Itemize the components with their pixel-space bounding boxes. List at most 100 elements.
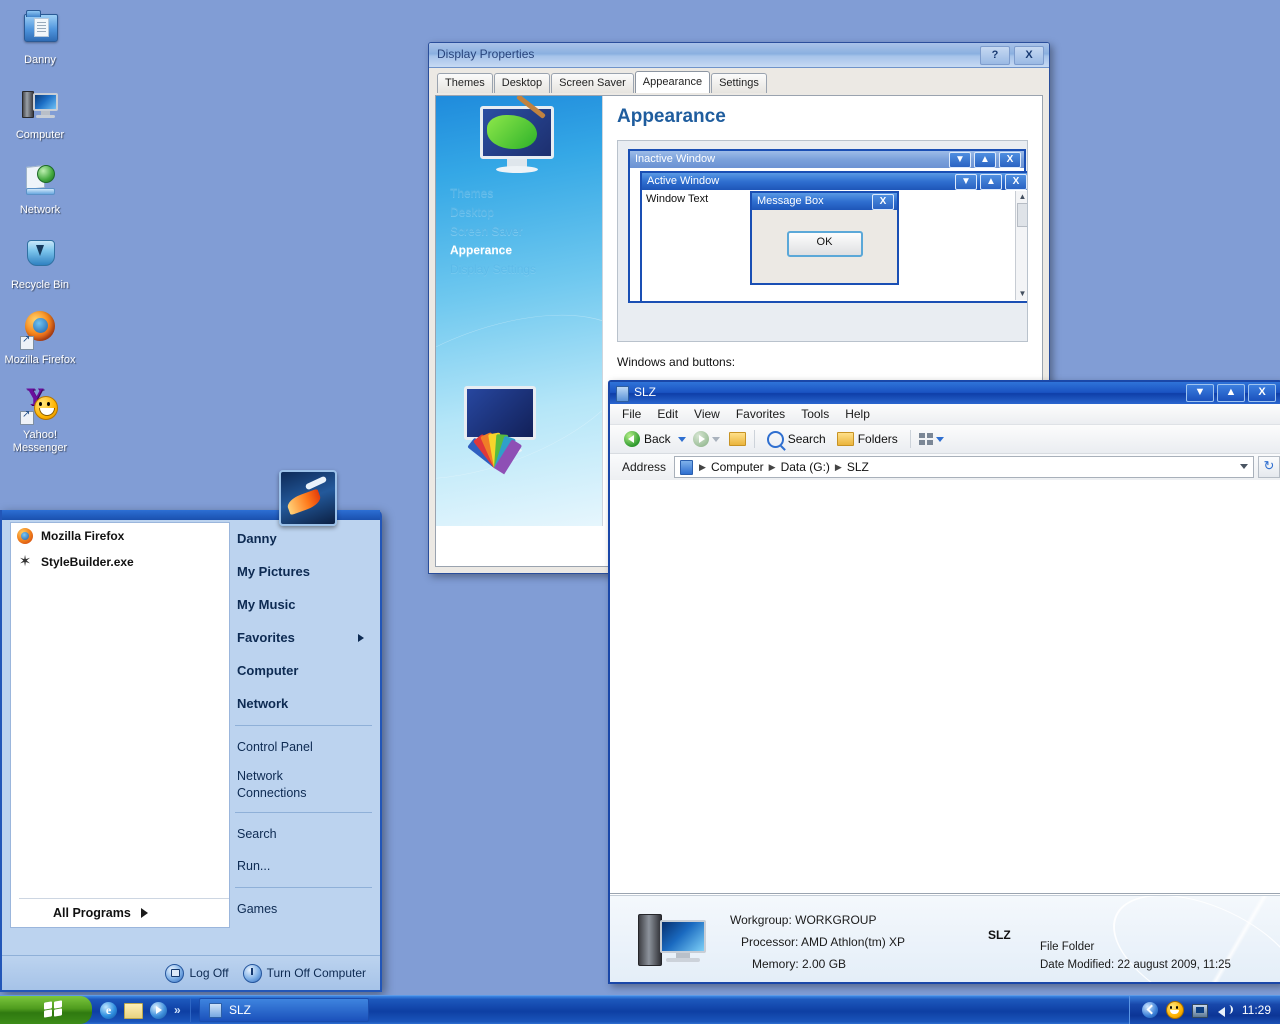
up-folder-icon[interactable] [729, 432, 746, 446]
menu-edit[interactable]: Edit [657, 407, 678, 421]
menu-favorites[interactable]: Favorites [736, 407, 785, 421]
tab-appearance[interactable]: Appearance [635, 71, 710, 93]
explorer-titlebar[interactable]: SLZ ▼ ▲ X [610, 382, 1280, 404]
forward-history-dropdown-icon[interactable] [712, 437, 720, 442]
back-history-dropdown-icon[interactable] [678, 437, 686, 442]
stylebuilder-icon: ✶ [17, 554, 33, 570]
selected-item-details: File Folder Date Modified: 22 august 200… [1040, 938, 1231, 974]
start-menu-item-network[interactable]: Network [235, 687, 376, 720]
breadcrumb-slz[interactable]: SLZ [844, 460, 872, 474]
desktop-icon-danny[interactable]: Danny [0, 8, 80, 67]
maximize-button[interactable]: ▲ [1217, 384, 1245, 402]
desktop-icon-network[interactable]: Network [0, 158, 80, 217]
preview-maximize-icon: ▲ [974, 152, 996, 168]
menu-tools[interactable]: Tools [801, 407, 829, 421]
start-menu-item-my-music[interactable]: My Music [235, 588, 376, 621]
address-label: Address [622, 460, 666, 474]
log-off-button[interactable]: Log Off [165, 964, 228, 983]
desktop-icon-computer[interactable]: Computer [0, 83, 80, 142]
start-menu-item-mozilla-firefox[interactable]: Mozilla Firefox [11, 523, 229, 549]
start-menu-item-my-pictures[interactable]: My Pictures [235, 555, 376, 588]
views-icon[interactable] [919, 433, 933, 445]
breadcrumb-data-g[interactable]: Data (G:) [778, 460, 833, 474]
menu-help[interactable]: Help [845, 407, 870, 421]
minimize-button[interactable]: ▼ [1186, 384, 1214, 402]
start-menu-item-search[interactable]: Search [235, 818, 376, 850]
start-menu-item-run[interactable]: Run... [235, 850, 376, 882]
search-button[interactable]: Search [763, 429, 830, 450]
breadcrumb-computer[interactable]: Computer [708, 460, 767, 474]
desktop-icon-recycle-bin[interactable]: Recycle Bin [0, 233, 80, 292]
start-menu-item-computer[interactable]: Computer [235, 654, 376, 687]
sidebar-nav: Themes Desktop Screen Saver Apperance Di… [450, 184, 600, 279]
explorer-window[interactable]: SLZ ▼ ▲ X File Edit View Favorites Tools… [608, 380, 1280, 984]
address-input[interactable]: ▶ Computer ▶ Data (G:) ▶ SLZ [674, 456, 1254, 478]
folder-icon [209, 1003, 222, 1018]
titlebar-button-group: ▼ ▲ X [1186, 384, 1276, 402]
start-menu-item-stylebuilder[interactable]: ✶ StyleBuilder.exe [11, 549, 229, 575]
explorer-menubar: File Edit View Favorites Tools Help [610, 404, 1280, 425]
desktop-icon-mozilla-firefox[interactable]: Mozilla Firefox [0, 308, 80, 367]
taskbar-button-slz[interactable]: SLZ [199, 998, 369, 1022]
selected-item-type: File Folder [1040, 938, 1231, 956]
all-programs-button[interactable]: All Programs [19, 898, 229, 927]
back-button[interactable]: Back [620, 429, 675, 449]
start-menu-item-control-panel[interactable]: Control Panel [235, 731, 376, 763]
clock[interactable]: 11:29 [1242, 1003, 1271, 1017]
sidebar-item-desktop[interactable]: Desktop [450, 203, 600, 222]
folders-button[interactable]: Folders [833, 430, 902, 448]
menu-file[interactable]: File [622, 407, 641, 421]
desktop-icon-yahoo-messenger[interactable]: Y Yahoo! Messenger [0, 383, 80, 455]
start-menu-item-network-connections[interactable]: Network Connections [235, 763, 335, 807]
appearance-preview: Inactive Window ▼ ▲ X Active Window ▼ [617, 140, 1028, 342]
internet-explorer-icon[interactable]: e [100, 1002, 117, 1019]
tab-screen-saver[interactable]: Screen Saver [551, 73, 634, 93]
explorer-address-bar: Address ▶ Computer ▶ Data (G:) ▶ SLZ ↻ [610, 454, 1280, 481]
preview-message-box: Message Box X OK [750, 191, 899, 285]
tab-settings[interactable]: Settings [711, 73, 767, 93]
avatar[interactable] [279, 470, 337, 526]
tab-themes[interactable]: Themes [437, 73, 493, 93]
show-desktop-icon[interactable] [124, 1003, 143, 1019]
desktop-icon-label: Computer [0, 129, 80, 142]
sidebar-item-apperance[interactable]: Apperance [450, 241, 600, 260]
appearance-monitor-icon [464, 386, 574, 476]
start-menu-item-danny[interactable]: Danny [235, 522, 376, 555]
volume-icon[interactable] [1216, 1002, 1232, 1018]
sidebar-item-themes[interactable]: Themes [450, 184, 600, 203]
start-menu-places: Danny My Pictures My Music Favorites Com… [235, 522, 376, 928]
network-icon [16, 158, 64, 202]
page-title: Appearance [617, 106, 1028, 128]
chevron-icon[interactable] [1142, 1002, 1158, 1018]
computer-icon [638, 910, 710, 966]
address-dropdown-icon[interactable] [1240, 464, 1248, 469]
views-dropdown-icon[interactable] [936, 437, 944, 442]
display-properties-titlebar[interactable]: Display Properties ? X [429, 43, 1049, 68]
desktop-icon-label: Network [0, 204, 80, 217]
back-arrow-icon [624, 431, 640, 447]
yahoo-messenger-icon[interactable] [1166, 1001, 1184, 1019]
tab-desktop[interactable]: Desktop [494, 73, 550, 93]
start-menu-item-favorites[interactable]: Favorites [235, 621, 376, 654]
explorer-file-list[interactable] [610, 480, 1280, 894]
preview-close-icon: X [872, 194, 894, 210]
start-menu-item-games[interactable]: Games [235, 893, 376, 925]
preview-active-title: Active Window [647, 175, 719, 187]
sidebar-item-display-settings[interactable]: Display Settings [450, 260, 600, 279]
close-button[interactable]: X [1014, 46, 1044, 65]
turn-off-label: Turn Off Computer [267, 966, 366, 980]
quick-launch-overflow-icon[interactable]: » [174, 1003, 181, 1017]
selected-item-date: Date Modified: 22 august 2009, 11:25 [1040, 956, 1231, 974]
lock-icon [165, 964, 184, 983]
media-player-icon[interactable] [150, 1002, 167, 1019]
help-button[interactable]: ? [980, 46, 1010, 65]
start-button[interactable] [0, 996, 92, 1024]
network-icon[interactable] [1192, 1004, 1208, 1018]
menu-view[interactable]: View [694, 407, 720, 421]
forward-arrow-icon[interactable] [693, 431, 709, 447]
sidebar-item-screen-saver[interactable]: Screen Saver [450, 222, 600, 241]
close-button[interactable]: X [1248, 384, 1276, 402]
turn-off-computer-button[interactable]: Turn Off Computer [243, 964, 366, 983]
refresh-icon[interactable]: ↻ [1258, 456, 1280, 478]
preview-ok-button: OK [787, 231, 863, 257]
